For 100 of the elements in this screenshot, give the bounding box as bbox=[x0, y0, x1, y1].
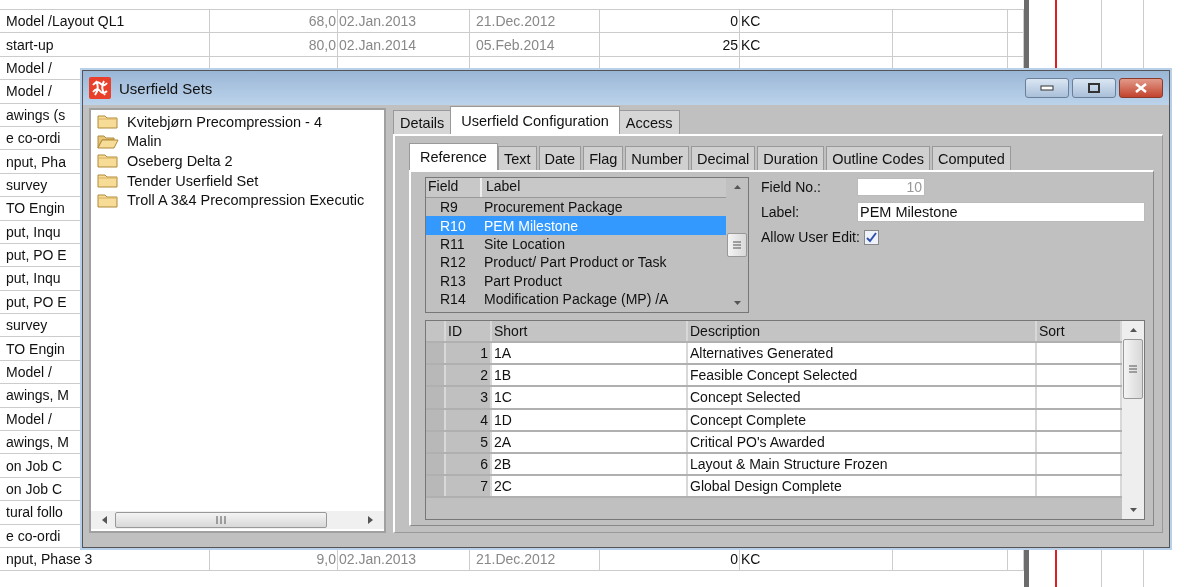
table-cell[interactable] bbox=[1037, 453, 1122, 475]
table-cell[interactable]: Feasible Concept Selected bbox=[688, 365, 1037, 386]
label-input[interactable]: PEM Milestone bbox=[857, 202, 1145, 222]
table-cell: put, Inqu bbox=[6, 270, 61, 287]
table-cell: survey bbox=[6, 176, 48, 193]
list-row[interactable]: R11 Site Location bbox=[426, 234, 726, 254]
table-cell: Model / bbox=[6, 83, 52, 100]
close-icon bbox=[1133, 83, 1149, 93]
table-cell[interactable] bbox=[1037, 476, 1122, 497]
table-cell[interactable]: Concept Selected bbox=[688, 387, 1037, 408]
tab[interactable]: Outline Codes bbox=[826, 146, 930, 170]
row-header[interactable] bbox=[426, 387, 446, 408]
table-cell: 0 bbox=[730, 551, 738, 568]
column-header[interactable]: Description bbox=[688, 321, 1037, 341]
table-cell[interactable] bbox=[1037, 365, 1122, 386]
row-header[interactable] bbox=[426, 431, 446, 452]
column-header[interactable]: Short bbox=[492, 321, 688, 341]
minimize-icon bbox=[1040, 85, 1054, 91]
table-cell: tural follo bbox=[6, 504, 63, 521]
table-cell[interactable]: Concept Complete bbox=[688, 409, 1037, 430]
tab[interactable]: Number bbox=[625, 146, 689, 170]
table-cell: survey bbox=[6, 317, 48, 334]
scroll-up-icon[interactable] bbox=[732, 184, 742, 190]
tab[interactable]: Duration bbox=[757, 146, 825, 170]
table-cell: on Job C bbox=[6, 457, 63, 474]
row-header[interactable] bbox=[426, 365, 446, 386]
table-cell: KC bbox=[741, 551, 761, 568]
checkbox[interactable] bbox=[863, 229, 879, 245]
maximize-button[interactable] bbox=[1072, 78, 1116, 98]
table-cell[interactable]: 1C bbox=[492, 387, 688, 408]
row-header[interactable] bbox=[426, 453, 446, 475]
table-cell[interactable] bbox=[1037, 343, 1122, 364]
scroll-down-icon[interactable] bbox=[1128, 507, 1138, 513]
table-cell[interactable]: 2A bbox=[492, 431, 688, 452]
table-cell[interactable]: 2C bbox=[492, 476, 688, 497]
table-cell: KC bbox=[741, 13, 761, 30]
tab[interactable]: Decimal bbox=[690, 146, 756, 170]
tree-item[interactable]: Tender Userfield Set bbox=[91, 170, 384, 191]
close-button[interactable] bbox=[1119, 78, 1163, 98]
table-cell: TO Engin bbox=[6, 200, 65, 217]
tree-item[interactable]: Troll A 3&4 Precompression Executic bbox=[91, 190, 384, 210]
table-cell: Model / bbox=[6, 59, 52, 76]
table-cell: awings, M bbox=[6, 387, 70, 404]
list-row[interactable]: R14 Modification Package (MP) /A bbox=[426, 289, 726, 309]
tree-item[interactable]: Malin bbox=[91, 131, 384, 152]
vertical-scrollbar[interactable] bbox=[1122, 321, 1144, 519]
tab[interactable]: Date bbox=[538, 146, 582, 170]
tree-item[interactable]: Oseberg Delta 2 bbox=[91, 151, 384, 171]
row-header[interactable] bbox=[426, 343, 446, 364]
column-header[interactable]: Field bbox=[426, 178, 482, 197]
table-cell[interactable]: Critical PO's Awarded bbox=[688, 431, 1037, 452]
scroll-up-icon[interactable] bbox=[1128, 327, 1138, 333]
column-header[interactable]: ID bbox=[446, 321, 492, 341]
tab[interactable]: Reference bbox=[409, 143, 498, 170]
row-header[interactable] bbox=[426, 409, 446, 430]
tree-item[interactable]: Kvitebjørn Precompression - 4 bbox=[91, 112, 384, 132]
table-cell[interactable]: Layout & Main Structure Frozen bbox=[688, 453, 1037, 475]
scroll-down-icon[interactable] bbox=[732, 300, 742, 306]
tab[interactable]: Computed bbox=[932, 146, 1011, 170]
scroll-left-icon[interactable] bbox=[101, 515, 109, 525]
table-cell[interactable]: Alternatives Generated bbox=[688, 343, 1037, 364]
table-cell: on Job C bbox=[6, 481, 63, 497]
column-header[interactable]: Label bbox=[482, 178, 726, 197]
table-cell[interactable]: Global Design Complete bbox=[688, 476, 1037, 497]
grip-icon bbox=[215, 516, 227, 524]
row-header[interactable] bbox=[426, 476, 446, 497]
table-cell: Model / bbox=[6, 410, 52, 427]
table-cell[interactable]: 2B bbox=[492, 453, 688, 475]
checkbox-label: Allow User Edit: bbox=[761, 229, 860, 245]
table-cell: 68,0 bbox=[308, 13, 336, 30]
table-cell: Model / bbox=[6, 364, 52, 381]
corner-header bbox=[426, 321, 446, 341]
tab[interactable]: Userfield Configuration bbox=[450, 106, 620, 134]
table-cell[interactable] bbox=[1037, 409, 1122, 430]
table-cell: nput, Pha bbox=[6, 153, 66, 170]
table-cell[interactable]: 1B bbox=[492, 365, 688, 386]
list-row[interactable]: R13 Part Product bbox=[426, 271, 726, 290]
tab[interactable]: Details bbox=[393, 110, 452, 134]
list-row[interactable]: R12 Product/ Part Product or Task bbox=[426, 253, 726, 272]
tab[interactable]: Access bbox=[618, 110, 680, 134]
column-header[interactable]: Sort bbox=[1037, 321, 1122, 341]
table-cell: e co-ordi bbox=[6, 130, 61, 147]
table-cell: Model /Layout QL1 bbox=[6, 13, 125, 30]
scroll-right-icon[interactable] bbox=[366, 515, 374, 525]
tab[interactable]: Flag bbox=[583, 146, 624, 170]
table-cell: 80,0 bbox=[308, 36, 336, 53]
horizontal-scrollbar[interactable] bbox=[91, 511, 384, 529]
minimize-button[interactable] bbox=[1025, 78, 1069, 98]
list-row[interactable]: R9 Procurement Package bbox=[426, 198, 726, 217]
table-cell: e co-ordi bbox=[6, 527, 61, 544]
table-cell: put, PO E bbox=[6, 293, 67, 310]
scroll-thumb[interactable] bbox=[1123, 339, 1143, 399]
table-cell[interactable]: 1A bbox=[492, 343, 688, 364]
tab[interactable]: Text bbox=[497, 146, 537, 170]
table-cell[interactable] bbox=[1037, 387, 1122, 408]
table-cell[interactable]: 1D bbox=[492, 409, 688, 430]
table-cell[interactable] bbox=[1037, 431, 1122, 452]
scroll-thumb[interactable] bbox=[115, 512, 327, 528]
scroll-thumb[interactable] bbox=[727, 233, 747, 257]
table-cell: awings (s bbox=[6, 106, 66, 123]
